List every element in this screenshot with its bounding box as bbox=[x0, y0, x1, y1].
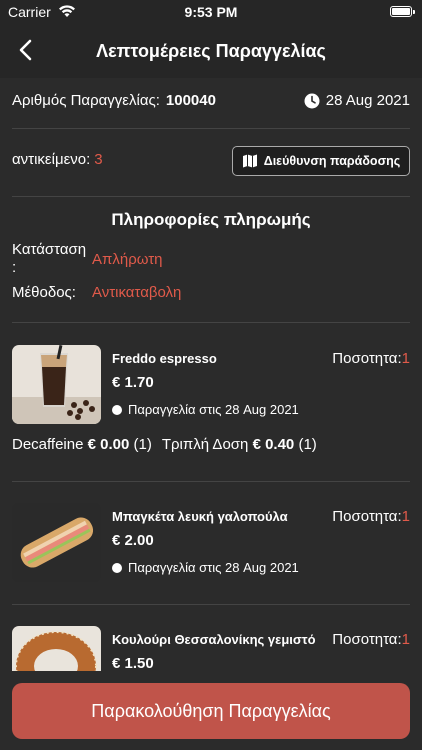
product-price: € 1.50 bbox=[112, 655, 154, 672]
product-name: Κουλούρι Θεσσαλονίκης γεμιστό bbox=[112, 632, 316, 647]
payment-section-title: Πληροφορίες πληρωμής bbox=[111, 210, 311, 229]
payment-method-value: Αντικαταβολη bbox=[92, 284, 182, 301]
extra-name: Τριπλή Δοση bbox=[161, 436, 249, 453]
battery-icon bbox=[390, 6, 415, 17]
product-name: Freddo espresso bbox=[112, 351, 217, 366]
payment-status-value: Απλήρωτη bbox=[92, 251, 163, 268]
items-row: αντικείμενο: 3 Διεύθυνση παράδοσης bbox=[12, 146, 410, 176]
extra-qty: (1) bbox=[133, 436, 152, 453]
status-bar: Carrier 9:53 PM bbox=[0, 0, 422, 24]
delivery-address-label: Διεύθυνση παράδοσης bbox=[263, 154, 401, 168]
delivery-address-button[interactable]: Διεύθυνση παράδοσης bbox=[232, 146, 410, 176]
divider bbox=[12, 481, 410, 482]
extra-name: Decaffeine bbox=[12, 436, 84, 453]
quantity-value: 1 bbox=[401, 508, 410, 525]
order-date-line: Παραγγελία στις 28 Aug 2021 bbox=[112, 402, 299, 417]
order-number-label: Αριθμός Παραγγελίας: bbox=[12, 92, 160, 109]
product-quantity: Ποσοτητα:1 bbox=[332, 508, 410, 525]
clock-icon bbox=[304, 93, 320, 108]
product-quantity: Ποσοτητα:1 bbox=[332, 350, 410, 367]
product-quantity: Ποσοτητα:1 bbox=[332, 631, 410, 648]
ordered-text: Παραγγελία στις 28 Aug 2021 bbox=[128, 560, 299, 575]
dot-icon bbox=[112, 562, 122, 573]
product-name: Μπαγκέτα λευκή γαλοπούλα bbox=[112, 509, 288, 524]
product-price: € 1.70 bbox=[112, 374, 154, 391]
order-date: 28 Aug 2021 bbox=[304, 92, 410, 109]
clock-time: 9:53 PM bbox=[184, 4, 238, 20]
order-summary-row: Αριθμός Παραγγελίας: 100040 28 Aug 2021 bbox=[12, 92, 410, 112]
dot-icon bbox=[112, 404, 122, 415]
divider bbox=[12, 604, 410, 605]
map-icon bbox=[242, 154, 257, 168]
quantity-label: Ποσοτητα: bbox=[332, 508, 402, 525]
divider bbox=[12, 322, 410, 323]
divider bbox=[12, 196, 410, 197]
product-price: € 2.00 bbox=[112, 532, 154, 549]
track-order-button[interactable]: Παρακολούθηση Παραγγελίας bbox=[12, 683, 410, 739]
order-date-value: 28 Aug 2021 bbox=[325, 92, 410, 109]
divider bbox=[12, 128, 410, 129]
page-title: Λεπτομέρειες Παραγγελίας bbox=[96, 41, 326, 61]
product-image-baguette bbox=[12, 503, 101, 582]
order-number-row: Αριθμός Παραγγελίας: 100040 bbox=[12, 92, 216, 109]
items-label: αντικείμενο: bbox=[12, 151, 91, 168]
ordered-text: Παραγγελία στις 28 Aug 2021 bbox=[128, 402, 299, 417]
order-number: 100040 bbox=[165, 92, 216, 109]
quantity-label: Ποσοτητα: bbox=[332, 631, 402, 648]
extra-price: € 0.00 bbox=[87, 436, 130, 453]
extra-qty: (1) bbox=[298, 436, 317, 453]
quantity-value: 1 bbox=[401, 350, 410, 367]
items-label-wrap: αντικείμενο: 3 bbox=[12, 151, 103, 168]
extra-price: € 0.40 bbox=[252, 436, 295, 453]
payment-method-label: Μέθοδος: bbox=[12, 284, 76, 301]
quantity-label: Ποσοτητα: bbox=[332, 350, 402, 367]
order-date-line: Παραγγελία στις 28 Aug 2021 bbox=[112, 560, 299, 575]
quantity-value: 1 bbox=[401, 631, 410, 648]
items-count: 3 bbox=[94, 151, 103, 168]
product-image-freddo-espresso bbox=[12, 345, 101, 424]
product-extras: Decaffeine € 0.00 (1) Τριπλή Δοση € 0.40 … bbox=[12, 436, 317, 453]
nav-bar: Λεπτομέρειες Παραγγελίας bbox=[0, 24, 422, 78]
payment-status-label: Κατάσταση : bbox=[12, 241, 87, 276]
